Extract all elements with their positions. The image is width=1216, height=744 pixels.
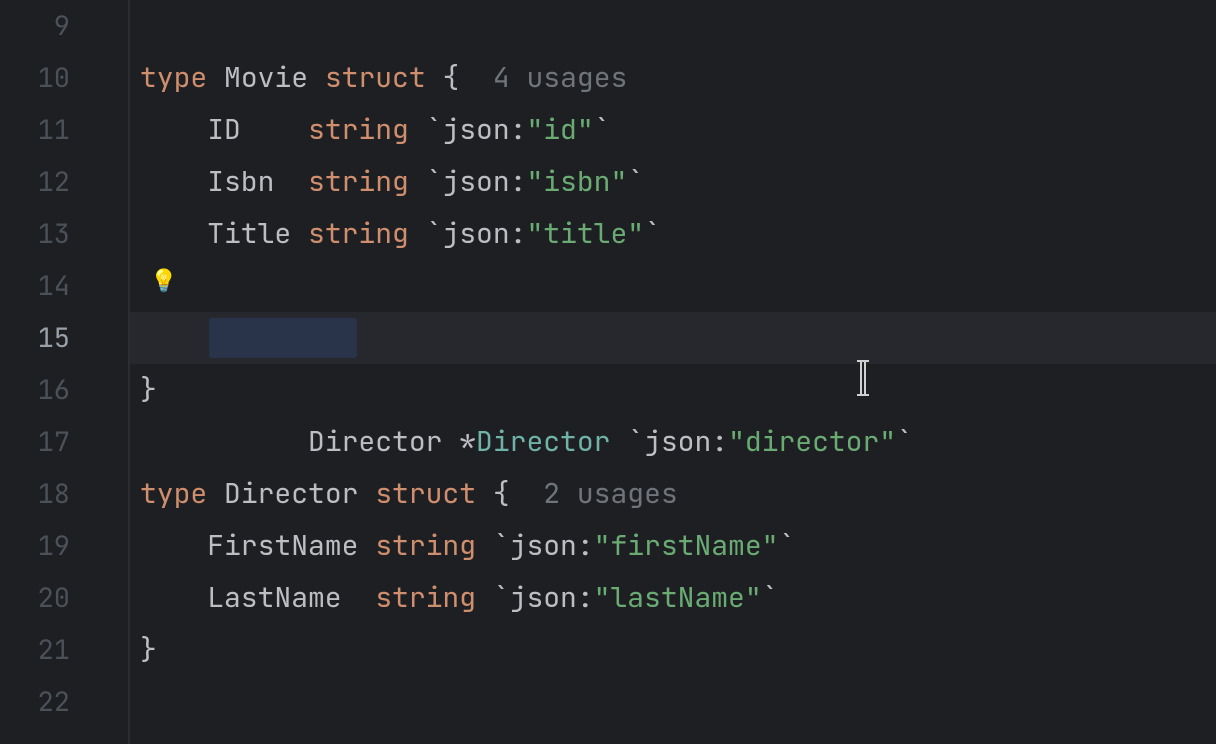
type-string: string bbox=[375, 579, 476, 616]
field-name: Isbn bbox=[207, 163, 274, 200]
usage-hint[interactable]: 2 usages bbox=[543, 475, 677, 512]
line-number: 10 bbox=[0, 52, 128, 104]
code-line[interactable]: type Movie struct { 4 usages bbox=[130, 52, 1216, 104]
line-number: 18 bbox=[0, 468, 128, 520]
struct-tag: `json: bbox=[426, 163, 527, 200]
line-number: 11 bbox=[0, 104, 128, 156]
brace-open: { bbox=[493, 475, 510, 512]
type-string: string bbox=[308, 111, 409, 148]
line-number: 12 bbox=[0, 156, 128, 208]
line-number: 13 bbox=[0, 208, 128, 260]
struct-tag-close: ` bbox=[627, 163, 644, 200]
struct-tag-close: ` bbox=[594, 111, 611, 148]
brace-open: { bbox=[442, 59, 459, 96]
struct-tag-close: ` bbox=[644, 215, 661, 252]
field-name: FirstName bbox=[207, 527, 358, 564]
line-number: 9 bbox=[0, 0, 128, 52]
json-key: "title" bbox=[526, 215, 644, 252]
struct-tag-close: ` bbox=[778, 527, 795, 564]
line-number-current: 15 bbox=[0, 312, 128, 364]
brace-close: } bbox=[140, 631, 157, 668]
field-name: Title bbox=[207, 215, 291, 252]
json-key: "firstName" bbox=[594, 527, 779, 564]
usage-hint[interactable]: 4 usages bbox=[493, 59, 627, 96]
line-number: 16 bbox=[0, 364, 128, 416]
struct-tag: `json: bbox=[493, 579, 594, 616]
keyword-type: type bbox=[140, 475, 207, 512]
json-key: "id" bbox=[526, 111, 593, 148]
keyword-struct: struct bbox=[375, 475, 476, 512]
line-number: 21 bbox=[0, 624, 128, 676]
field-name: ID bbox=[207, 111, 241, 148]
struct-tag: `json: bbox=[493, 527, 594, 564]
type-identifier: Director bbox=[224, 475, 358, 512]
code-editor[interactable]: 9 10 11 12 13 14 15 16 17 18 19 20 21 22… bbox=[0, 0, 1216, 744]
code-line[interactable]: Isbn string `json:"isbn"` bbox=[130, 156, 1216, 208]
code-line[interactable]: Title string `json:"title"` bbox=[130, 208, 1216, 260]
json-key: "lastName" bbox=[594, 579, 762, 616]
line-number-gutter: 9 10 11 12 13 14 15 16 17 18 19 20 21 22 bbox=[0, 0, 130, 744]
line-number: 22 bbox=[0, 676, 128, 728]
code-line[interactable] bbox=[130, 260, 1216, 312]
struct-tag-close: ` bbox=[762, 579, 779, 616]
code-line[interactable]: FirstName string `json:"firstName"` bbox=[130, 520, 1216, 572]
identifier-highlight bbox=[209, 318, 357, 358]
line-number: 17 bbox=[0, 416, 128, 468]
line-number: 14 bbox=[0, 260, 128, 312]
code-line[interactable] bbox=[130, 416, 1216, 468]
type-string: string bbox=[308, 163, 409, 200]
line-number: 20 bbox=[0, 572, 128, 624]
code-line-current[interactable]: Director *Director `json:"director"` bbox=[130, 312, 1216, 364]
code-line[interactable] bbox=[130, 0, 1216, 52]
type-string: string bbox=[375, 527, 476, 564]
type-string: string bbox=[308, 215, 409, 252]
code-area[interactable]: 💡 type Movie struct { 4 usages ID string… bbox=[130, 0, 1216, 744]
code-line[interactable]: } bbox=[130, 364, 1216, 416]
keyword-type: type bbox=[140, 59, 207, 96]
brace-close: } bbox=[140, 371, 157, 408]
code-line[interactable] bbox=[130, 676, 1216, 728]
text-cursor-icon bbox=[860, 360, 862, 400]
code-line[interactable]: ID string `json:"id"` bbox=[130, 104, 1216, 156]
code-line[interactable]: } bbox=[130, 624, 1216, 676]
struct-tag: `json: bbox=[426, 111, 527, 148]
field-name: LastName bbox=[207, 579, 341, 616]
keyword-struct: struct bbox=[325, 59, 426, 96]
json-key: "isbn" bbox=[526, 163, 627, 200]
code-line[interactable]: LastName string `json:"lastName"` bbox=[130, 572, 1216, 624]
struct-tag: `json: bbox=[426, 215, 527, 252]
line-number: 19 bbox=[0, 520, 128, 572]
type-identifier: Movie bbox=[224, 59, 308, 96]
code-line[interactable]: type Director struct { 2 usages bbox=[130, 468, 1216, 520]
